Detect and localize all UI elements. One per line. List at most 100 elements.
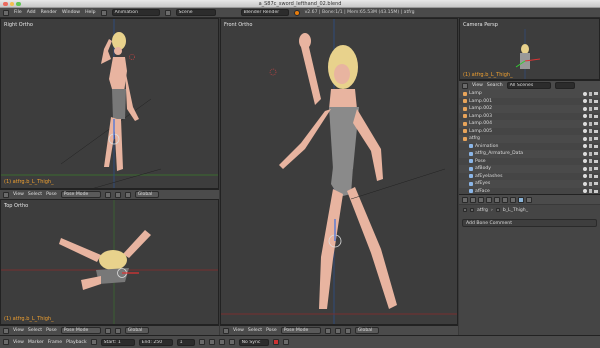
orientation-selector[interactable]: Global — [124, 327, 149, 334]
play-reverse-icon[interactable] — [208, 339, 215, 345]
render-engine-selector[interactable]: Blender Render — [240, 9, 289, 16]
editor-type-icon[interactable] — [3, 339, 9, 345]
shading-icon[interactable] — [104, 191, 111, 198]
editor-type-icon[interactable] — [3, 191, 9, 198]
eye-icon[interactable] — [583, 136, 587, 141]
outliner-row[interactable]: atfrg — [459, 135, 600, 143]
outliner-item-label[interactable]: atfrg — [469, 136, 480, 141]
eye-icon[interactable] — [583, 181, 587, 186]
cursor-icon[interactable] — [589, 159, 592, 164]
menu-file[interactable]: File — [14, 10, 22, 15]
cursor-icon[interactable] — [589, 144, 592, 149]
shading-icon[interactable] — [104, 327, 111, 334]
viewport-front-ortho[interactable]: Front Ortho — [220, 18, 458, 325]
render-tab-icon[interactable] — [470, 196, 476, 203]
outliner-item-label[interactable]: afBody — [475, 166, 491, 171]
menu-pose[interactable]: Pose — [46, 192, 57, 197]
mode-selector[interactable]: Pose Mode — [60, 191, 101, 198]
play-icon[interactable] — [218, 339, 225, 345]
cursor-icon[interactable] — [589, 189, 592, 194]
constraints-tab-icon[interactable] — [502, 196, 508, 203]
menu-view[interactable]: View — [472, 83, 483, 88]
menu-search[interactable]: Search — [487, 83, 503, 88]
outliner-item-label[interactable]: afEyes — [475, 181, 490, 186]
jump-start-icon[interactable] — [198, 339, 205, 345]
editor-type-icon[interactable] — [223, 327, 229, 334]
cursor-icon[interactable] — [589, 136, 592, 141]
menu-playback[interactable]: Playback — [66, 340, 87, 345]
screen-layout-selector[interactable]: Animation — [111, 9, 160, 16]
camera-icon[interactable] — [594, 92, 598, 96]
eye-icon[interactable] — [583, 99, 587, 104]
outliner-row[interactable]: Lamp — [459, 90, 600, 98]
outliner-row[interactable]: atfrg_Armature_Data — [459, 150, 600, 158]
breadcrumb-bone[interactable]: b_L_Thigh_ — [503, 208, 528, 213]
menu-view[interactable]: View — [233, 328, 244, 333]
cursor-icon[interactable] — [589, 166, 592, 171]
display-mode-selector[interactable]: All Scenes — [506, 82, 551, 89]
preview-range-icon[interactable] — [90, 339, 97, 345]
menu-pose[interactable]: Pose — [266, 328, 277, 333]
outliner-item-label[interactable]: Lamp.002 — [469, 106, 492, 111]
camera-icon[interactable] — [594, 167, 598, 171]
shading-icon[interactable] — [324, 327, 331, 334]
scene-selector[interactable]: Scene — [175, 9, 216, 16]
menu-marker[interactable]: Marker — [28, 340, 44, 345]
pivot-icon[interactable] — [114, 191, 121, 198]
outliner-row[interactable]: Lamp.003 — [459, 112, 600, 120]
editor-type-icon[interactable] — [462, 82, 468, 89]
camera-icon[interactable] — [594, 159, 598, 163]
eye-icon[interactable] — [583, 91, 587, 96]
orientation-selector[interactable]: Global — [134, 191, 159, 198]
outliner-item-label[interactable]: Lamp — [469, 91, 482, 96]
outliner-item-label[interactable]: afEyelashes — [475, 174, 503, 179]
outliner-row[interactable]: afEyelashes — [459, 172, 600, 180]
eye-icon[interactable] — [583, 166, 587, 171]
camera-icon[interactable] — [594, 144, 598, 148]
cursor-icon[interactable] — [589, 121, 592, 126]
camera-icon[interactable] — [594, 107, 598, 111]
jump-end-icon[interactable] — [228, 339, 235, 345]
outliner-row[interactable]: Pose — [459, 157, 600, 165]
outliner-row[interactable]: afBody — [459, 165, 600, 173]
menu-select[interactable]: Select — [28, 328, 42, 333]
sync-mode-selector[interactable]: No Sync — [238, 338, 269, 346]
eye-icon[interactable] — [583, 106, 587, 111]
pivot-icon[interactable] — [114, 327, 121, 334]
eye-icon[interactable] — [583, 174, 587, 179]
editor-type-icon[interactable] — [3, 9, 9, 16]
cursor-icon[interactable] — [589, 99, 592, 104]
menu-select[interactable]: Select — [248, 328, 262, 333]
outliner-row[interactable]: Lamp.004 — [459, 120, 600, 128]
outliner-row[interactable]: Lamp.001 — [459, 97, 600, 105]
pin-icon[interactable] — [463, 208, 467, 212]
manipulator-icon[interactable] — [344, 327, 351, 334]
eye-icon[interactable] — [583, 151, 587, 156]
outliner-item-label[interactable]: Lamp.004 — [469, 121, 492, 126]
camera-icon[interactable] — [594, 182, 598, 186]
camera-icon[interactable] — [594, 114, 598, 118]
current-frame-field[interactable]: 1 — [176, 338, 195, 346]
camera-icon[interactable] — [594, 189, 598, 193]
editor-type-icon[interactable] — [3, 327, 9, 334]
bone-tab-icon[interactable] — [518, 196, 524, 203]
viewport-right-ortho[interactable]: Right Ortho (1) atfrg.b_L_Thigh_ — [0, 18, 219, 189]
menu-pose[interactable]: Pose — [46, 328, 57, 333]
editor-type-icon[interactable] — [462, 196, 468, 203]
cursor-icon[interactable] — [589, 181, 592, 186]
cursor-icon[interactable] — [589, 151, 592, 156]
object-tab-icon[interactable] — [494, 196, 500, 203]
eye-icon[interactable] — [583, 121, 587, 126]
menu-select[interactable]: Select — [28, 192, 42, 197]
menu-help[interactable]: Help — [85, 10, 95, 15]
orientation-selector[interactable]: Global — [354, 327, 379, 334]
eye-icon[interactable] — [583, 129, 587, 134]
camera-icon[interactable] — [594, 174, 598, 178]
data-tab-icon[interactable] — [510, 196, 516, 203]
menu-view[interactable]: View — [13, 328, 24, 333]
cursor-icon[interactable] — [589, 91, 592, 96]
menu-view[interactable]: View — [13, 340, 24, 345]
eye-icon[interactable] — [583, 189, 587, 194]
start-frame-field[interactable]: Start: 1 — [100, 338, 135, 346]
scene-tab-icon[interactable] — [478, 196, 484, 203]
